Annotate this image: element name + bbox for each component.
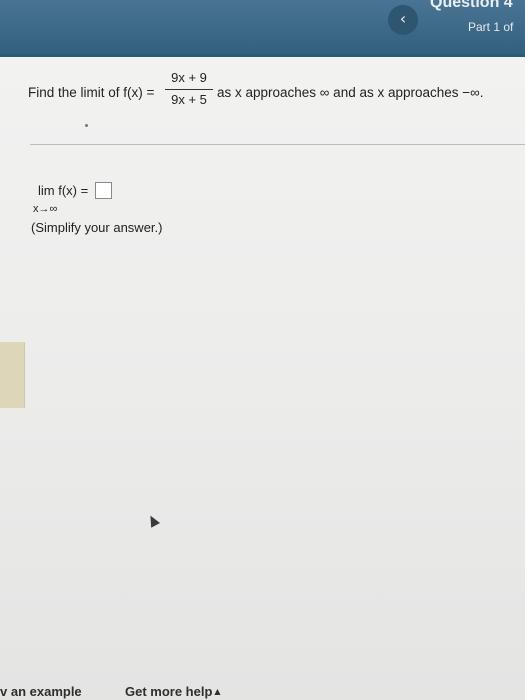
question-title: Question 4 xyxy=(430,0,513,11)
prompt-tail: as x approaches ∞ and as x approaches −∞… xyxy=(217,85,484,100)
divider xyxy=(30,144,525,145)
limit-expression: lim f(x) = xyxy=(38,183,89,198)
prompt-lead: Find the limit of f(x) = xyxy=(28,85,155,100)
simplify-hint: (Simplify your answer.) xyxy=(31,220,163,235)
question-prompt: Find the limit of f(x) = 9x + 9 9x + 5 a… xyxy=(28,70,523,114)
top-bar: ‹ Question 4 Part 1 of xyxy=(0,0,525,57)
caret-up-icon: ▲ xyxy=(214,687,221,696)
get-more-help-button[interactable]: Get more help ▲ xyxy=(125,684,221,699)
stray-dot xyxy=(85,124,88,127)
limit-subscript: x→∞ xyxy=(33,203,58,215)
fraction-numerator: 9x + 9 xyxy=(171,70,207,85)
fraction-denominator: 9x + 5 xyxy=(171,92,207,107)
mouse-cursor xyxy=(146,513,160,528)
get-more-help-label: Get more help xyxy=(125,684,213,699)
chevron-left-icon[interactable]: ‹ xyxy=(388,5,418,35)
fraction: 9x + 9 9x + 5 xyxy=(165,70,213,108)
footer-bar: v an example Get more help ▲ xyxy=(0,682,525,700)
part-label: Part 1 of xyxy=(468,20,514,34)
view-example-link[interactable]: v an example xyxy=(0,684,82,699)
fraction-bar xyxy=(165,89,213,90)
answer-input[interactable] xyxy=(94,182,112,199)
answer-line: lim f(x) = xyxy=(38,182,112,199)
side-panel-tab[interactable] xyxy=(0,342,25,408)
